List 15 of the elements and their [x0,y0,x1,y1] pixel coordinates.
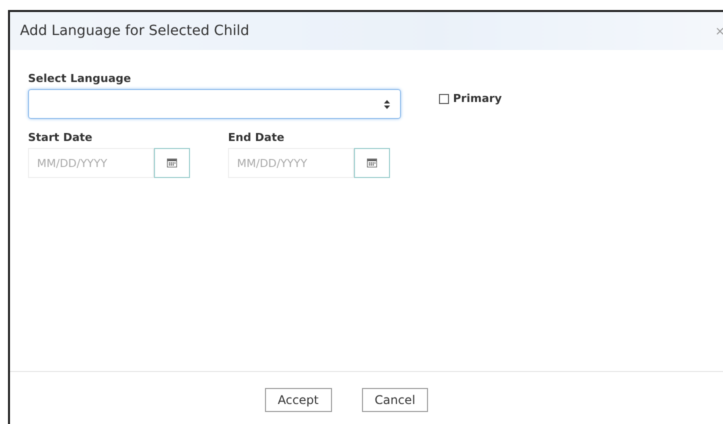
dialog-button[interactable]: Accept [264,388,332,412]
sort-arrows-icon [384,100,390,108]
date-field[interactable]: MM/DD/YYYY [228,148,354,178]
calendar-button[interactable] [154,148,190,178]
calendar-icon [367,156,377,170]
dialog-title: Add Language for Selected Child [20,23,250,39]
field-label: End Date [228,131,286,144]
calendar-icon [167,156,177,170]
checkbox-label: Primary [453,92,502,105]
checkbox[interactable] [439,94,449,104]
date-field[interactable]: MM/DD/YYYY [28,148,154,178]
dialog-button[interactable]: Cancel [362,388,428,412]
field-label: Select Language [28,72,132,85]
field-label: Start Date [28,131,94,144]
calendar-button[interactable] [354,148,390,178]
